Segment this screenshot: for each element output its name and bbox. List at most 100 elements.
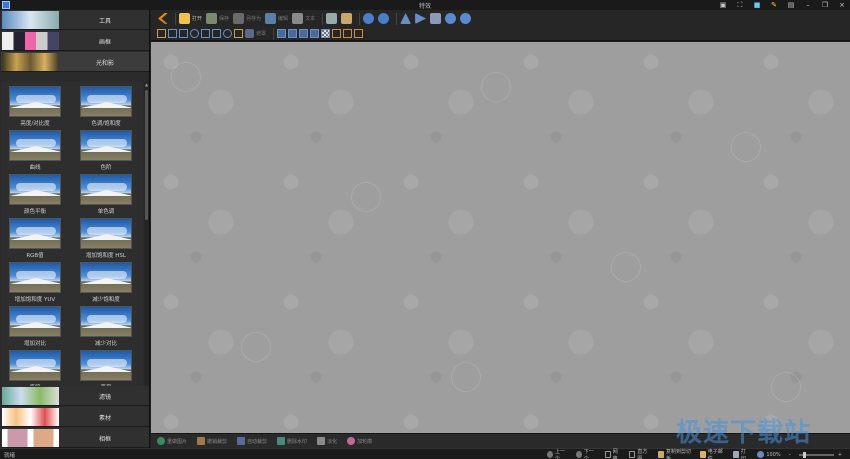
checkbox-icon [629,451,636,458]
remove-watermark-button[interactable]: 删除水印 [277,437,307,445]
note-icon[interactable]: ▤ [787,1,795,9]
redo-image-button[interactable]: 重做图片 [157,437,187,445]
status-actions: 上一个 下一个 网格 直方图 复制到剪切板 电子邮件 打印 100% – + [547,448,850,459]
minus-icon: – [788,451,792,458]
effect-item[interactable]: 色阶 [78,130,134,171]
next-button[interactable]: 下一个 [575,448,597,459]
category-thumbnail [2,53,59,71]
text-button[interactable]: 文本 [292,12,315,25]
grid-toggle[interactable]: 网格 [604,448,621,459]
video-button[interactable] [430,12,442,25]
email-status-button[interactable]: 电子邮件 [699,448,725,459]
image-tool-icon[interactable] [277,29,287,38]
layout-icon[interactable]: ▣ [719,1,727,9]
fullscreen-icon[interactable]: ⛶ [736,1,744,9]
flip-button[interactable] [400,12,412,25]
category-photo-frames[interactable]: 相框 [1,428,149,448]
auto-crop-button[interactable]: 自动裁剪 [237,437,267,445]
histogram-toggle[interactable]: 直方图 [629,448,650,459]
close-icon[interactable]: × [838,1,846,9]
zoom-in-status-button[interactable]: + [838,452,842,458]
image-tool-icon[interactable] [288,29,298,38]
zoom-out-status-button[interactable]: – [789,452,792,458]
copy-button[interactable]: 复制到剪切板 [657,448,692,459]
scroll-up-icon[interactable]: ▲ [144,82,149,87]
effect-item[interactable]: 增加饱和度 HSL [78,218,134,259]
background-flower [481,72,511,102]
zoom-slider-knob[interactable] [803,451,807,458]
status-text: 就绪 [4,453,16,459]
restore-icon[interactable]: ❐ [821,1,829,9]
category-frames[interactable]: 画框 [1,31,149,51]
zoom-icon [757,451,765,458]
effect-item[interactable]: 增加对比 [7,306,63,347]
zoom-slider[interactable] [799,451,834,458]
effect-item[interactable]: 增加饱和度 YUV [7,262,63,303]
effect-item[interactable]: RGB值 [7,218,63,259]
mask-button[interactable]: 遮罩 [245,27,266,40]
scrollbar-thumb[interactable] [145,90,148,220]
category-label: 素材 [98,415,111,422]
pencil-icon[interactable]: ✎ [770,1,778,9]
effect-item[interactable]: 单色调 [78,174,134,215]
heart-icon [347,437,356,445]
grid-icon[interactable] [343,29,353,38]
undo-crop-button[interactable]: 撤销裁剪 [197,437,227,445]
effect-item[interactable]: 色调/饱和度 [78,86,134,127]
redo-button[interactable] [378,12,390,25]
print-button[interactable] [326,12,338,25]
image-tool-icon[interactable] [299,29,309,38]
speech-bubble-icon[interactable] [223,29,232,38]
pointer-icon[interactable] [157,29,166,38]
magic-wand-icon[interactable] [234,29,243,38]
save-as-button[interactable]: 另存为 [233,12,261,25]
effect-item[interactable]: 亮度/对比度 [7,86,63,127]
category-light-shadow[interactable]: 光和影 [1,52,149,72]
rect-select-icon[interactable] [168,29,177,38]
checker-icon[interactable] [321,29,331,38]
background-flower [731,132,761,162]
email-button[interactable] [341,12,353,25]
crop-icon [197,437,206,445]
ellipse-select-icon[interactable] [190,29,199,38]
effect-item[interactable]: 变暗 [7,350,63,391]
palette-icon[interactable]: ■ [753,1,761,9]
next-icon [575,451,582,458]
category-label: 画框 [98,39,111,46]
lasso-icon[interactable] [212,29,221,38]
square-select-icon[interactable] [179,29,188,38]
prev-button[interactable]: 上一个 [547,448,568,459]
grid-icon[interactable] [354,29,364,38]
play-button[interactable] [415,12,427,25]
save-button[interactable]: 保存 [206,12,229,25]
back-button[interactable] [157,12,168,25]
email-label: 电子邮件 [707,448,723,459]
zoom-out-button[interactable] [460,12,472,25]
fade-button[interactable]: 淡化 [317,437,337,445]
grid-icon[interactable] [332,29,342,38]
image-tool-icon[interactable] [310,29,320,38]
effect-item[interactable]: 颜色平衡 [7,174,63,215]
effect-item[interactable]: 减少饱和度 [78,262,134,303]
category-materials[interactable]: 素材 [1,407,149,427]
category-filters[interactable]: 滤镜 [1,386,149,406]
effect-item[interactable]: 曲线 [7,130,63,171]
effects-scrollbar[interactable]: ▲ ▼ [144,82,149,395]
image-canvas[interactable] [151,42,850,433]
zoom-in-button[interactable] [445,12,457,25]
effect-thumbnail [9,86,61,117]
edit-button[interactable]: 编辑 [265,12,288,25]
next-label: 下一个 [583,448,594,459]
print-status-button[interactable]: 打印 [732,448,749,459]
minimize-icon[interactable]: – [804,1,812,9]
effect-item[interactable]: 减少对比 [78,306,134,347]
heart-select-icon[interactable] [201,29,210,38]
checkbox-icon [604,451,611,458]
add-outline-button[interactable]: 加轮廓 [347,437,372,445]
effect-item[interactable]: 变亮 [78,350,134,391]
printer-icon [326,13,338,24]
window-controls: ▣ ⛶ ■ ✎ ▤ – ❐ × [719,0,846,10]
undo-button[interactable] [363,12,375,25]
open-button[interactable]: 打开 [179,12,202,25]
category-tools[interactable]: 工具 [1,10,149,30]
